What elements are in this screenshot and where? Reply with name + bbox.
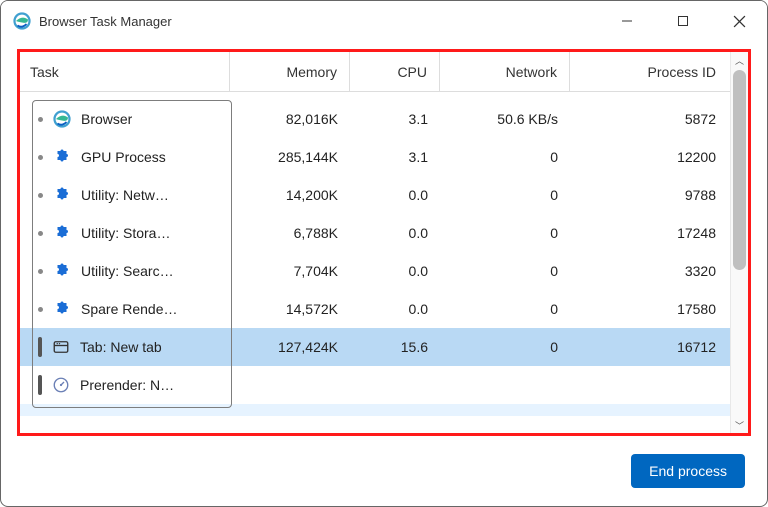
titlebar: Browser Task Manager — [1, 1, 767, 41]
task-name: Utility: Stora… — [81, 225, 170, 241]
table-row[interactable]: Prerender: N… — [20, 366, 730, 404]
scroll-thumb[interactable] — [733, 70, 746, 270]
cell-cpu: 0.0 — [350, 263, 440, 279]
col-header-task[interactable]: Task — [20, 52, 230, 91]
close-button[interactable] — [711, 1, 767, 41]
end-process-button[interactable]: End process — [631, 454, 745, 488]
cell-cpu: 0.0 — [350, 187, 440, 203]
table-row[interactable]: Utility: Stora… 6,788K0.0017248 — [20, 214, 730, 252]
table-row-overflow[interactable] — [20, 404, 730, 416]
cell-task: GPU Process — [20, 148, 230, 166]
cell-memory: 14,572K — [230, 301, 350, 317]
cell-network: 0 — [440, 339, 570, 355]
bullet-icon — [38, 155, 43, 160]
gauge-icon — [52, 376, 70, 394]
vertical-scrollbar[interactable]: ︿ ﹀ — [730, 52, 748, 433]
table-row[interactable]: GPU Process 285,144K3.1012200 — [20, 138, 730, 176]
cell-network: 50.6 KB/s — [440, 111, 570, 127]
cell-network: 0 — [440, 301, 570, 317]
table-row[interactable]: Utility: Netw… 14,200K0.009788 — [20, 176, 730, 214]
cell-task: Browser — [20, 110, 230, 128]
window-controls — [599, 1, 767, 41]
cell-task: Utility: Netw… — [20, 186, 230, 204]
task-table[interactable]: Task Memory CPU Network Process ID Brows… — [20, 52, 730, 433]
scroll-up-arrow-icon[interactable]: ︿ — [731, 52, 748, 68]
cell-memory: 82,016K — [230, 111, 350, 127]
bullet-icon — [38, 307, 43, 312]
table-row[interactable]: Tab: New tab 127,424K15.6016712 — [20, 328, 730, 366]
cell-pid: 3320 — [570, 263, 730, 279]
cell-pid: 9788 — [570, 187, 730, 203]
tab-icon — [52, 338, 70, 356]
task-name: Browser — [81, 111, 132, 127]
puzzle-icon — [53, 262, 71, 280]
bullet-icon — [38, 269, 43, 274]
content-highlight-box: Task Memory CPU Network Process ID Brows… — [17, 49, 751, 436]
bullet-icon — [38, 231, 43, 236]
cell-cpu: 3.1 — [350, 111, 440, 127]
minimize-button[interactable] — [599, 1, 655, 41]
col-header-cpu[interactable]: CPU — [350, 52, 440, 91]
cell-cpu: 0.0 — [350, 301, 440, 317]
table-row[interactable]: Browser 82,016K3.150.6 KB/s5872 — [20, 100, 730, 138]
cell-cpu: 0.0 — [350, 225, 440, 241]
bullet-icon — [38, 117, 43, 122]
task-name: GPU Process — [81, 149, 166, 165]
cell-pid: 12200 — [570, 149, 730, 165]
cell-pid: 5872 — [570, 111, 730, 127]
task-name: Spare Rende… — [81, 301, 178, 317]
maximize-button[interactable] — [655, 1, 711, 41]
puzzle-icon — [53, 186, 71, 204]
cell-pid: 16712 — [570, 339, 730, 355]
task-name: Prerender: N… — [80, 377, 174, 393]
task-name: Utility: Netw… — [81, 187, 169, 203]
cell-pid: 17580 — [570, 301, 730, 317]
edge-icon — [53, 110, 71, 128]
scroll-down-arrow-icon[interactable]: ﹀ — [731, 417, 748, 433]
table-header: Task Memory CPU Network Process ID — [20, 52, 730, 92]
task-name: Tab: New tab — [80, 339, 162, 355]
cell-task: Spare Rende… — [20, 300, 230, 318]
title-left: Browser Task Manager — [13, 12, 172, 30]
table-row[interactable]: Spare Rende… 14,572K0.0017580 — [20, 290, 730, 328]
table-row[interactable]: Utility: Searc… 7,704K0.003320 — [20, 252, 730, 290]
puzzle-icon — [53, 224, 71, 242]
cell-network: 0 — [440, 149, 570, 165]
window-title: Browser Task Manager — [39, 14, 172, 29]
cell-cpu: 15.6 — [350, 339, 440, 355]
col-header-process-id[interactable]: Process ID — [570, 52, 730, 91]
cell-cpu: 3.1 — [350, 149, 440, 165]
cell-network: 0 — [440, 225, 570, 241]
task-name: Utility: Searc… — [81, 263, 174, 279]
cell-network: 0 — [440, 187, 570, 203]
table-body: Browser82,016K3.150.6 KB/s5872GPU Proces… — [20, 100, 730, 433]
cell-memory: 14,200K — [230, 187, 350, 203]
bullet-icon — [38, 193, 43, 198]
table-container: Task Memory CPU Network Process ID Brows… — [20, 52, 748, 433]
cell-memory: 7,704K — [230, 263, 350, 279]
col-header-network[interactable]: Network — [440, 52, 570, 91]
cell-task: Utility: Searc… — [20, 262, 230, 280]
cell-network: 0 — [440, 263, 570, 279]
drag-handle-icon — [38, 375, 42, 395]
puzzle-icon — [53, 148, 71, 166]
cell-memory: 285,144K — [230, 149, 350, 165]
cell-memory: 127,424K — [230, 339, 350, 355]
edge-icon — [13, 12, 31, 30]
drag-handle-icon — [38, 337, 42, 357]
cell-task: Utility: Stora… — [20, 224, 230, 242]
cell-task: Tab: New tab — [20, 337, 230, 357]
cell-task: Prerender: N… — [20, 375, 230, 395]
browser-task-manager-window: Browser Task Manager Task Memory CPU Net… — [0, 0, 768, 507]
puzzle-icon — [53, 300, 71, 318]
cell-pid: 17248 — [570, 225, 730, 241]
cell-memory: 6,788K — [230, 225, 350, 241]
col-header-memory[interactable]: Memory — [230, 52, 350, 91]
